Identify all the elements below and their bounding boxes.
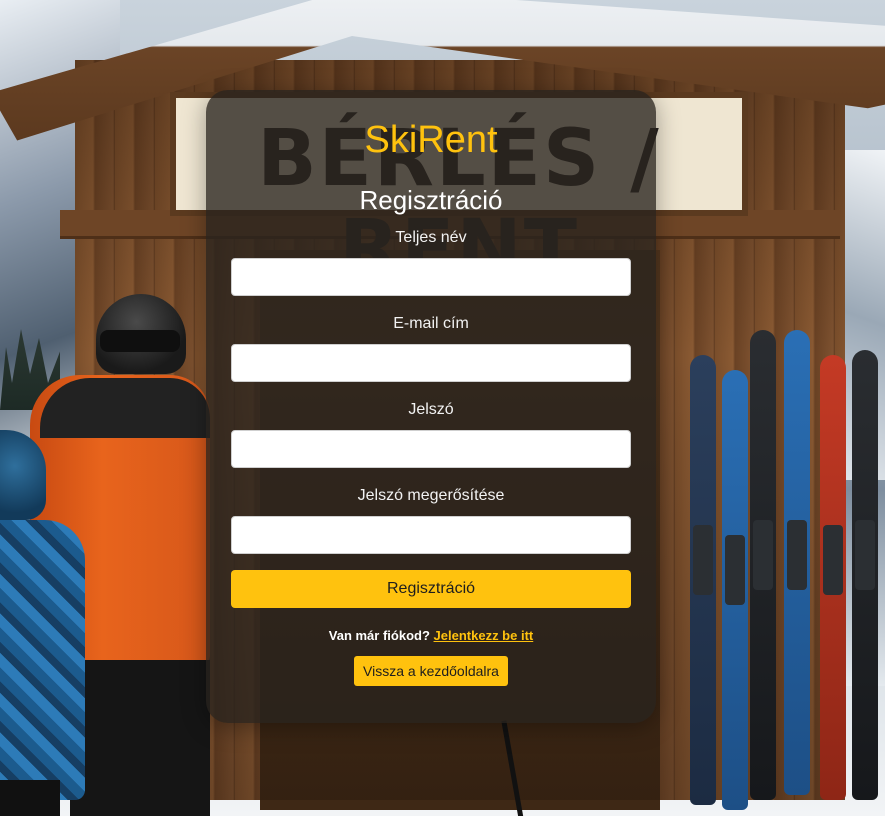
password-field-group: Jelszó bbox=[231, 400, 631, 468]
form-title: Regisztráció bbox=[359, 185, 503, 215]
child-skier-pants bbox=[0, 780, 60, 816]
child-skier-jacket bbox=[0, 520, 85, 800]
email-label: E-mail cím bbox=[393, 315, 469, 332]
register-button[interactable]: Regisztráció bbox=[231, 570, 631, 608]
full-name-label: Teljes név bbox=[395, 229, 467, 246]
registration-card: SkiRent Regisztráció Teljes név E-mail c… bbox=[206, 90, 656, 723]
confirm-password-field-group: Jelszó megerősítése bbox=[231, 486, 631, 554]
ski bbox=[722, 370, 748, 810]
confirm-password-label: Jelszó megerősítése bbox=[357, 487, 505, 504]
ski bbox=[784, 330, 810, 795]
login-prompt-text: Van már fiókod? bbox=[328, 628, 430, 643]
skier-pants bbox=[70, 660, 210, 816]
password-label: Jelszó bbox=[408, 401, 454, 418]
confirm-password-input[interactable] bbox=[231, 516, 631, 554]
skier-goggles bbox=[100, 330, 180, 352]
ski bbox=[852, 350, 878, 800]
full-name-input[interactable] bbox=[231, 258, 631, 296]
ski bbox=[750, 330, 776, 800]
password-input[interactable] bbox=[231, 430, 631, 468]
email-field-group: E-mail cím bbox=[231, 314, 631, 382]
brand-logo[interactable]: SkiRent bbox=[231, 118, 631, 162]
email-input[interactable] bbox=[231, 344, 631, 382]
back-to-home-button[interactable]: Vissza a kezdőoldalra bbox=[354, 656, 508, 686]
full-name-field-group: Teljes név bbox=[231, 228, 631, 296]
ski bbox=[690, 355, 716, 805]
login-prompt: Van már fiókod? Jelentkezz be itt bbox=[231, 628, 631, 644]
skier-shoulders bbox=[40, 378, 210, 438]
login-link[interactable]: Jelentkezz be itt bbox=[434, 628, 534, 643]
ski bbox=[820, 355, 846, 800]
